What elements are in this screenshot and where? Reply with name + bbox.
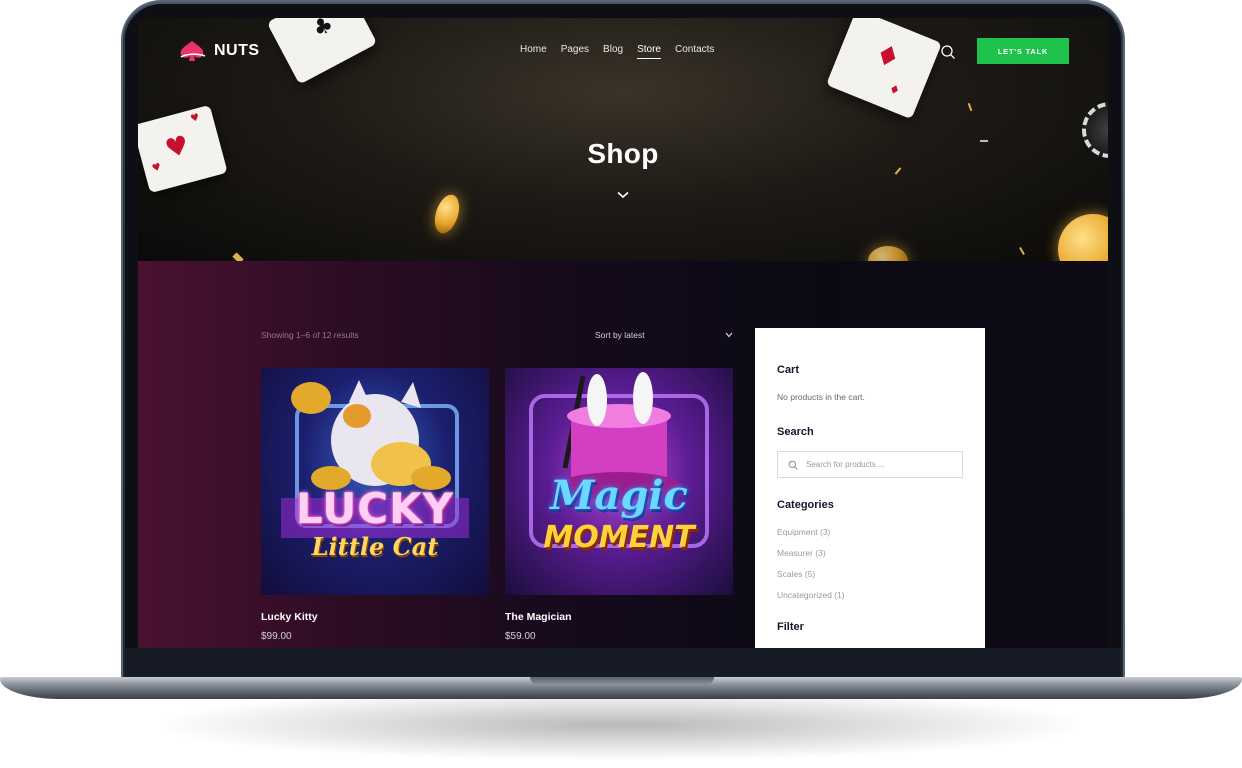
sort-dropdown[interactable]: Sort by latest [595,327,733,343]
product-search-input[interactable]: Search for products ... [777,451,963,478]
category-link[interactable]: Uncategorized (1) [777,590,963,600]
screen: ♣ ♣ ♥ ♥ ♥ ♦ ♦ NUTS Home [138,18,1108,648]
search-placeholder: Search for products ... [806,460,885,469]
hero-banner: ♣ ♣ ♥ ♥ ♥ ♦ ♦ NUTS Home [138,18,1108,261]
product-price: $99.00 [261,631,292,642]
artwork-subtitle: MOMENT [543,520,695,555]
artwork-subtitle: Little Cat [311,532,439,561]
main-nav: Home Pages Blog Store Contacts [520,44,714,59]
category-link[interactable]: Scales (5) [777,569,963,579]
gold-coin [1058,214,1108,261]
product-image-lucky-kitty[interactable]: LUCKY Little Cat [261,368,489,595]
sparkle [232,252,244,261]
search-icon [788,460,798,470]
categories-title: Categories [777,499,834,511]
category-link[interactable]: Measurer (3) [777,548,963,558]
chevron-down-icon [725,332,733,338]
nav-contacts[interactable]: Contacts [675,44,714,59]
nav-home[interactable]: Home [520,44,547,59]
nav-pages[interactable]: Pages [561,44,589,59]
cart-title: Cart [777,364,800,376]
results-count: Showing 1–6 of 12 results [261,330,359,340]
search-title: Search [777,426,814,438]
sparkle [1019,247,1025,255]
nav-blog[interactable]: Blog [603,44,623,59]
nav-store[interactable]: Store [637,44,661,59]
category-link[interactable]: Equipment (3) [777,527,963,537]
laptop-bottom-bezel [125,648,1121,678]
logo-text: NUTS [214,42,260,59]
page-title: Shop [587,138,659,169]
artwork-title: Magic [550,472,688,519]
product-image-the-magician[interactable]: Magic MOMENT [505,368,733,595]
playing-card-diamonds: ♦ ♦ [825,18,943,120]
site-logo[interactable]: NUTS [178,40,260,62]
lets-talk-button[interactable]: LET'S TALK [977,38,1069,64]
shop-sidebar: Cart No products in the cart. Search Sea… [755,328,985,648]
product-name[interactable]: Lucky Kitty [261,611,489,623]
product-card[interactable]: LUCKY Little Cat Lucky Kitty $99.00 [261,368,489,642]
filter-title: Filter [777,621,804,633]
chevron-down-icon[interactable] [617,191,629,199]
playing-card-clubs: ♣ ♣ [266,18,378,85]
search-icon[interactable] [940,44,956,60]
sort-label: Sort by latest [595,330,645,340]
spade-logo-icon [180,41,206,61]
product-price: $59.00 [505,631,536,642]
cart-empty-message: No products in the cart. [777,392,865,402]
shop-content: Showing 1–6 of 12 results Sort by latest [138,261,1108,648]
laptop-base-notch [530,677,714,685]
product-card[interactable]: Magic MOMENT The Magician $59.00 [505,368,733,642]
laptop-shadow [160,690,1080,760]
artwork-title: LUCKY [295,484,455,533]
gold-coin [868,246,908,261]
gold-coin [430,191,464,237]
sparkle [967,102,973,112]
product-name[interactable]: The Magician [505,611,733,623]
